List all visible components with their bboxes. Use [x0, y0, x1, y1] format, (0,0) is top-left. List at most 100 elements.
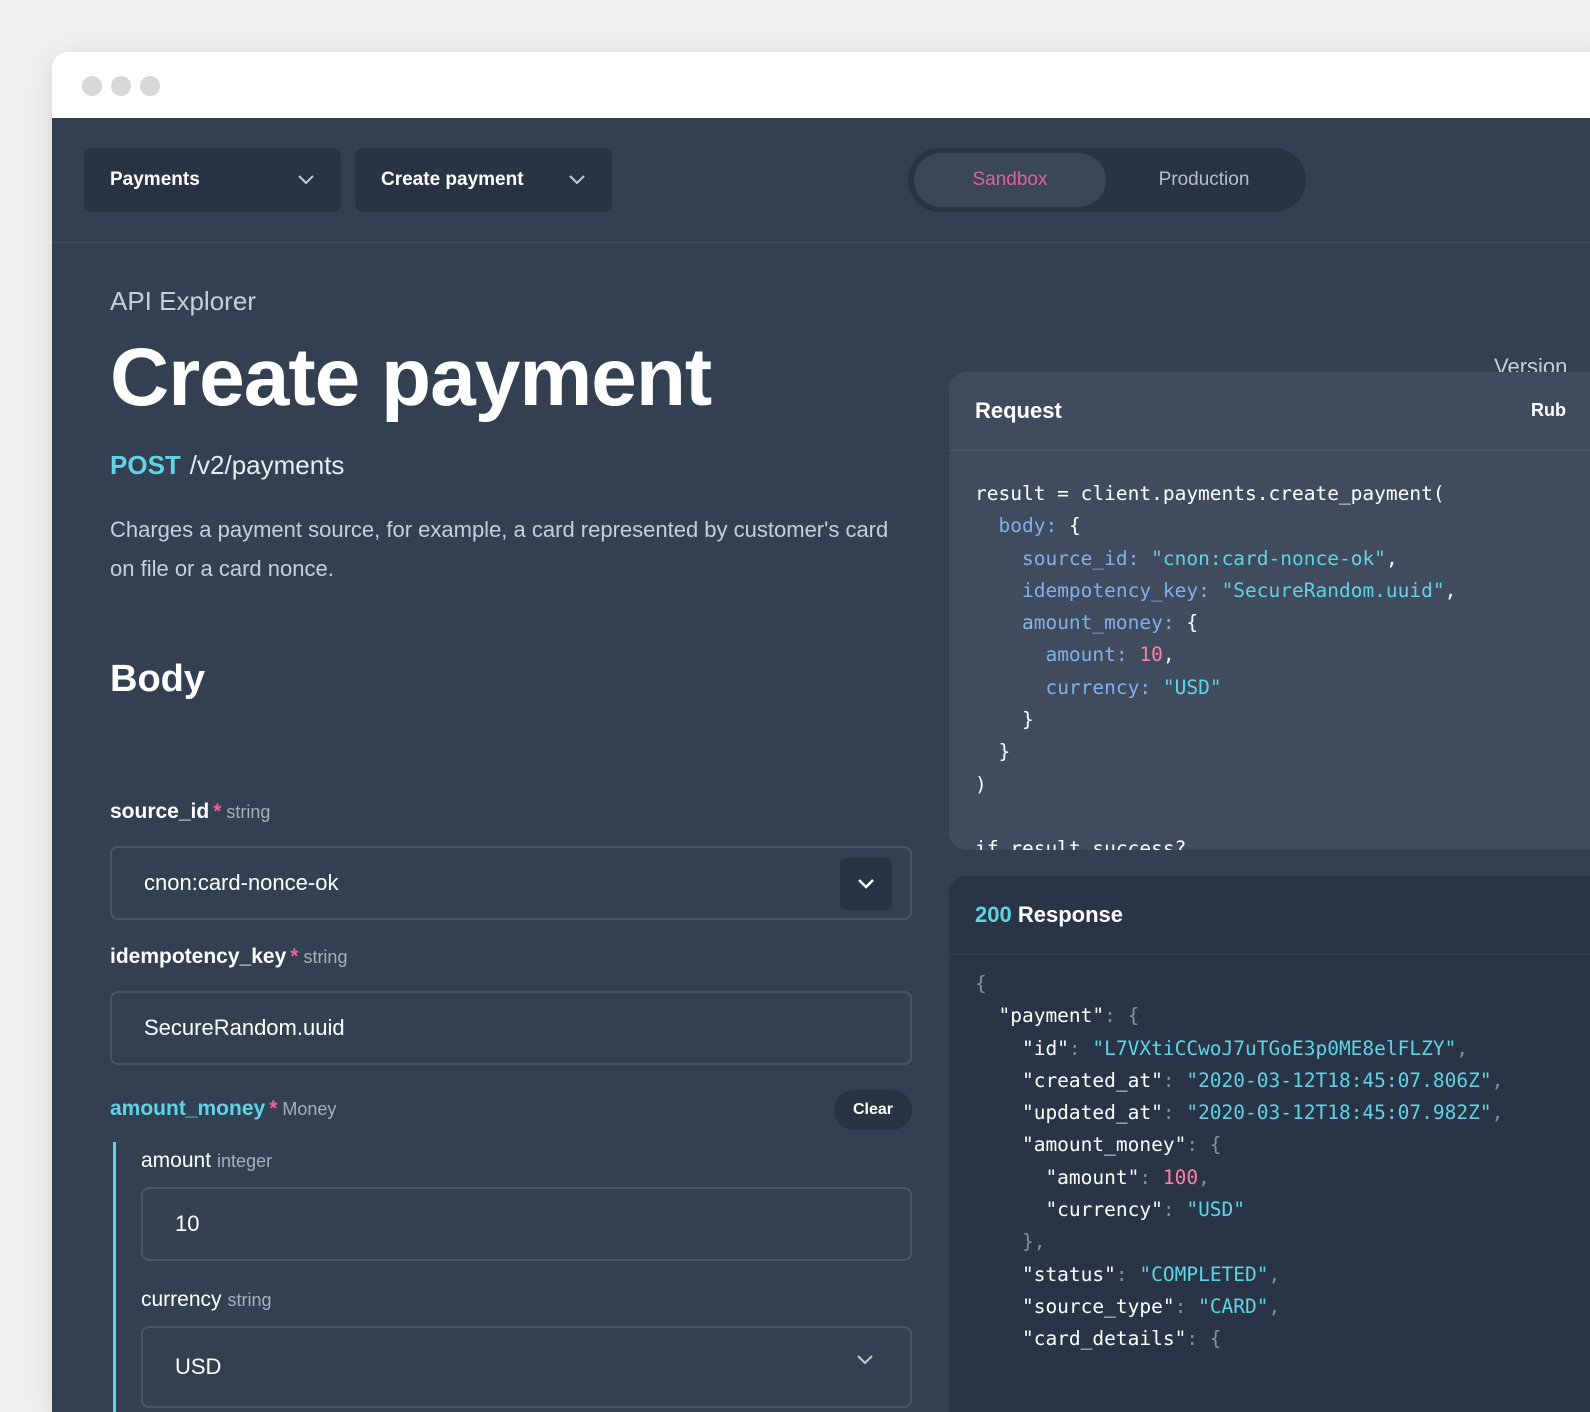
body-heading: Body — [110, 658, 205, 700]
endpoint-select[interactable]: Create payment — [355, 148, 612, 212]
source-id-value: cnon:card-nonce-ok — [144, 870, 339, 895]
code-token: idempotency_key — [1021, 578, 1199, 602]
endpoint-description: Charges a payment source, for example, a… — [110, 517, 889, 581]
code-token: "card_details" — [975, 1327, 1187, 1351]
request-title: Request — [975, 398, 1062, 423]
code-token: : — [1162, 1101, 1187, 1125]
response-code-line: "id": "L7VXtiCCwoJ7uTGoE3p0ME8elFLZY", — [975, 1033, 1503, 1065]
amount-label: amount integer — [141, 1149, 272, 1173]
code-token: , — [1491, 1101, 1504, 1125]
field-name: amount — [141, 1149, 212, 1172]
code-token: "payment" — [975, 1004, 1105, 1028]
api-select[interactable]: Payments — [84, 148, 341, 212]
api-select-value: Payments — [110, 169, 200, 190]
api-explorer-toolbar: Payments Create payment Sandbox Producti… — [52, 118, 1590, 243]
response-code-line: "card_details": { — [975, 1323, 1503, 1355]
code-token: body — [998, 514, 1046, 538]
amount-input[interactable]: 10 — [141, 1187, 912, 1261]
code-token: , — [1162, 643, 1175, 667]
code-token: , — [1268, 1294, 1281, 1318]
response-panel-header: 200 Response — [949, 876, 1590, 955]
browser-window: Payments Create payment Sandbox Producti… — [52, 52, 1590, 1412]
field-type: string — [226, 802, 271, 822]
response-label: Response — [1017, 902, 1123, 927]
window-control-dot[interactable] — [82, 76, 102, 96]
code-token: "2020-03-12T18:45:07.982Z" — [1186, 1101, 1492, 1125]
code-token: , — [1491, 1068, 1504, 1092]
field-type: string — [303, 947, 348, 967]
code-token: : — [1127, 546, 1152, 570]
code-token: : — [1068, 1036, 1093, 1060]
code-token: : { — [1186, 1133, 1222, 1157]
code-token: : — [1045, 514, 1058, 538]
amount-value: 10 — [175, 1211, 200, 1236]
field-type: Money — [282, 1099, 337, 1119]
field-name: amount_money — [110, 1097, 266, 1120]
currency-value: USD — [175, 1354, 222, 1379]
code-token: : — [1139, 675, 1163, 699]
response-code-line: "updated_at": "2020-03-12T18:45:07.982Z"… — [975, 1097, 1503, 1129]
response-title: 200 Response — [975, 902, 1123, 928]
request-code-line: body: { — [975, 510, 1456, 542]
idempotency-key-input[interactable]: SecureRandom.uuid — [110, 991, 912, 1065]
code-token: } — [975, 740, 1011, 764]
code-token: "amount" — [975, 1165, 1140, 1189]
code-token: }, — [975, 1230, 1046, 1254]
request-code-block: result = client.payments.create_payment(… — [975, 478, 1456, 850]
response-code-line: "status": "COMPLETED", — [975, 1259, 1503, 1291]
environment-toggle: Sandbox Production — [908, 148, 1306, 212]
response-code-block: { "payment": { "id": "L7VXtiCCwoJ7uTGoE3… — [975, 968, 1503, 1356]
code-token: ) — [975, 772, 987, 796]
request-code-line: source_id: "cnon:card-nonce-ok", — [975, 543, 1456, 575]
response-code-line: "source_type": "CARD", — [975, 1291, 1503, 1323]
code-token: : — [1162, 611, 1187, 635]
code-token: "created_at" — [975, 1068, 1163, 1092]
code-token: "USD" — [1162, 675, 1222, 699]
chevron-down-icon — [857, 1355, 873, 1365]
request-code-line: result = client.payments.create_payment( — [975, 478, 1456, 510]
language-select[interactable]: Rub — [1531, 400, 1566, 421]
code-token: : — [1115, 643, 1140, 667]
chevron-down-icon — [858, 879, 874, 889]
request-code-line — [975, 801, 1456, 833]
field-name: currency — [141, 1288, 222, 1311]
code-token: "SecureRandom.uuid" — [1221, 578, 1445, 602]
code-token: : — [1198, 578, 1222, 602]
code-token: "amount_money" — [975, 1133, 1187, 1157]
response-code-line: { — [975, 968, 1503, 1000]
idempotency-key-value: SecureRandom.uuid — [144, 1015, 345, 1040]
response-code-line: "created_at": "2020-03-12T18:45:07.806Z"… — [975, 1065, 1503, 1097]
code-token: "status" — [975, 1262, 1116, 1286]
clear-amount-money-button[interactable]: Clear — [834, 1090, 912, 1130]
source-id-dropdown-button[interactable] — [840, 858, 892, 910]
chevron-down-icon — [569, 175, 585, 185]
request-code-line: } — [975, 736, 1456, 768]
code-token: "CARD" — [1198, 1294, 1269, 1318]
code-token: source_id — [1021, 546, 1128, 570]
code-token: amount — [1045, 643, 1116, 667]
code-token: : — [1174, 1294, 1199, 1318]
code-token: "COMPLETED" — [1139, 1262, 1269, 1286]
request-code-line: idempotency_key: "SecureRandom.uuid", — [975, 575, 1456, 607]
required-marker: * — [213, 800, 222, 823]
code-token: 100 — [1162, 1165, 1199, 1189]
request-code-line: amount_money: { — [975, 607, 1456, 639]
source-id-label: source_id * string — [110, 800, 270, 824]
sandbox-toggle-option[interactable]: Sandbox — [914, 153, 1106, 207]
amount-money-label: amount_money * Money — [110, 1097, 336, 1121]
currency-select[interactable]: USD — [141, 1326, 912, 1408]
code-token: { — [975, 972, 987, 995]
request-code-line: if result.success? — [975, 833, 1456, 850]
code-token: , — [1268, 1262, 1281, 1286]
window-control-dot[interactable] — [111, 76, 131, 96]
source-id-select[interactable]: cnon:card-nonce-ok — [110, 846, 912, 920]
code-token: : { — [1104, 1004, 1140, 1028]
code-token: , — [1385, 546, 1398, 570]
production-toggle-option[interactable]: Production — [1108, 153, 1300, 207]
code-token: if result.success? — [975, 837, 1187, 850]
code-token: amount_money — [1021, 611, 1163, 635]
request-panel: Request Rub result = client.payments.cre… — [949, 372, 1590, 850]
code-token: "L7VXtiCCwoJ7uTGoE3p0ME8elFLZY" — [1092, 1036, 1457, 1060]
window-control-dot[interactable] — [140, 76, 160, 96]
code-token: { — [1186, 611, 1199, 635]
